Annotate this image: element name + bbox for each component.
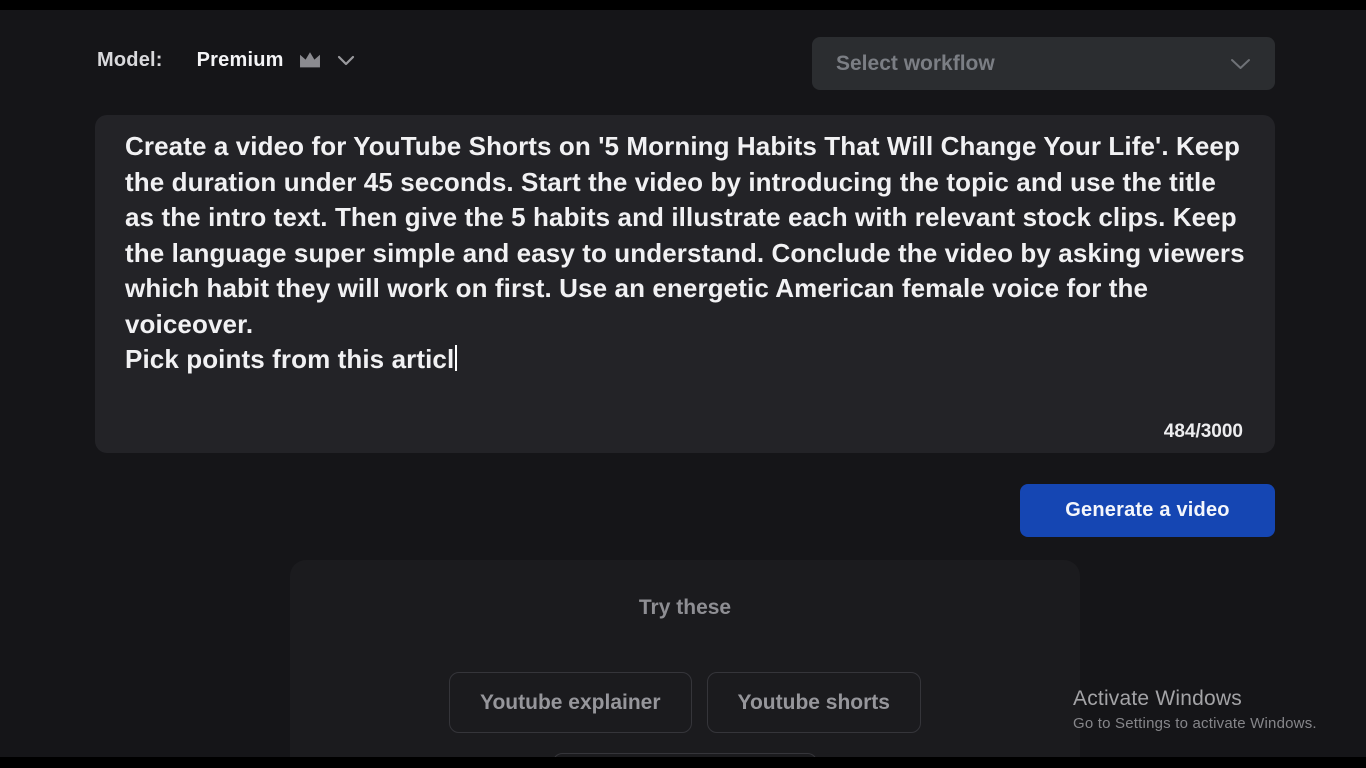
model-label: Model:: [97, 49, 163, 71]
app-window: Model: Premium Select workflow Create a …: [0, 0, 1366, 768]
chevron-down-icon: [1230, 58, 1251, 70]
crown-icon: [297, 50, 323, 71]
watermark-title: Activate Windows: [1073, 687, 1242, 710]
bottom-letterbox-bar: [0, 757, 1366, 768]
workflow-placeholder: Select workflow: [836, 51, 995, 75]
top-letterbox-bar: [0, 0, 1366, 10]
text-caret: [455, 345, 458, 371]
prompt-text: Create a video for YouTube Shorts on '5 …: [125, 131, 1245, 374]
prompt-input[interactable]: Create a video for YouTube Shorts on '5 …: [95, 115, 1275, 453]
suggestion-youtube-shorts[interactable]: Youtube shorts: [706, 672, 921, 733]
suggestions-row: Youtube explainer Youtube shorts: [290, 672, 1080, 733]
suggestion-youtube-explainer[interactable]: Youtube explainer: [449, 672, 692, 733]
workflow-dropdown[interactable]: Select workflow: [812, 37, 1275, 90]
chevron-down-icon: [337, 55, 355, 66]
suggestions-title: Try these: [638, 596, 732, 619]
model-value: Premium: [196, 49, 284, 71]
character-counter: 484/3000: [1163, 421, 1243, 442]
watermark-subtitle: Go to Settings to activate Windows.: [1073, 715, 1317, 732]
generate-video-button[interactable]: Generate a video: [1020, 484, 1275, 537]
model-selector[interactable]: Model: Premium: [97, 49, 355, 72]
windows-activation-watermark: Activate Windows Go to Settings to activ…: [1073, 687, 1317, 732]
suggestions-panel: Try these Youtube explainer Youtube shor…: [290, 560, 1080, 768]
